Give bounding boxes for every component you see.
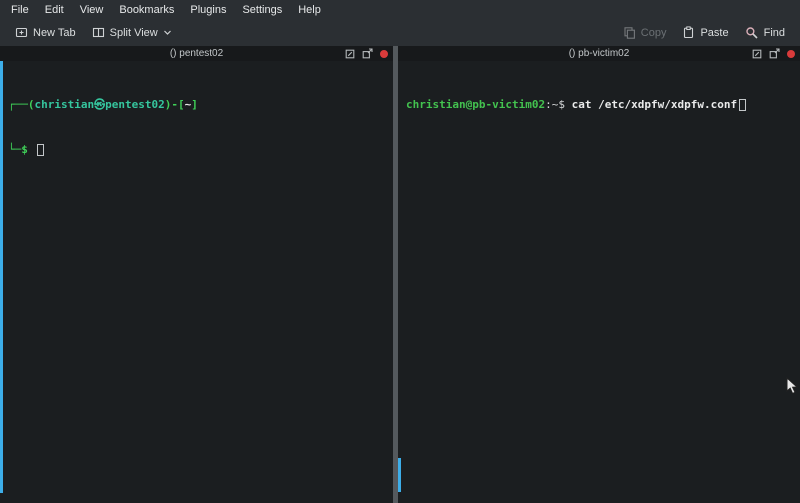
terminal-cursor — [37, 144, 44, 156]
detach-split-icon[interactable] — [769, 48, 780, 59]
scrollbar-thumb[interactable] — [0, 61, 3, 493]
maximize-split-icon[interactable] — [752, 49, 762, 59]
menubar: File Edit View Bookmarks Plugins Setting… — [0, 0, 800, 19]
close-split-button[interactable] — [787, 50, 795, 58]
paste-button[interactable]: Paste — [675, 22, 735, 43]
maximize-split-icon[interactable] — [345, 49, 355, 59]
terminal-pane-pb-victim02: () pb-victim02 christian@pb- — [398, 46, 800, 503]
find-button[interactable]: Find — [738, 22, 792, 44]
split-view-button[interactable]: Split View — [85, 22, 179, 43]
pane-header-pb-victim02[interactable]: () pb-victim02 — [398, 46, 800, 61]
menu-bookmarks[interactable]: Bookmarks — [111, 2, 182, 18]
copy-icon — [623, 26, 636, 39]
terminal-line: └─$ — [8, 142, 391, 157]
paste-label: Paste — [700, 27, 728, 39]
close-split-button[interactable] — [380, 50, 388, 58]
terminal-cursor — [739, 99, 746, 111]
menu-edit[interactable]: Edit — [37, 2, 72, 18]
terminal-line: ┌──(christian㉿pentest02)-[~] — [8, 97, 391, 112]
scrollbar-thumb[interactable] — [398, 458, 401, 492]
terminal-pane-pentest02: () pentest02 ┌──(christian㉿p — [0, 46, 393, 503]
chevron-down-icon — [163, 28, 172, 37]
terminal-screen-pb-victim02[interactable]: christian@pb-victim02:~$ cat /etc/xdpfw/… — [398, 61, 800, 148]
menu-view[interactable]: View — [72, 2, 112, 18]
toolbar: New Tab Split View Copy — [0, 19, 800, 46]
paste-icon — [682, 26, 695, 39]
menu-file[interactable]: File — [3, 2, 37, 18]
menu-settings[interactable]: Settings — [234, 2, 290, 18]
pane-title: () pentest02 — [170, 48, 223, 59]
terminal-screen-pentest02[interactable]: ┌──(christian㉿pentest02)-[~] └─$ — [0, 61, 393, 193]
find-label: Find — [764, 27, 785, 39]
pane-header-pentest02[interactable]: () pentest02 — [0, 46, 393, 61]
menu-plugins[interactable]: Plugins — [182, 2, 234, 18]
terminal-splits: () pentest02 ┌──(christian㉿p — [0, 46, 800, 503]
split-view-label: Split View — [110, 27, 158, 39]
menu-help[interactable]: Help — [290, 2, 329, 18]
copy-label: Copy — [641, 27, 667, 39]
new-tab-icon — [15, 26, 28, 39]
new-tab-label: New Tab — [33, 27, 76, 39]
new-tab-button[interactable]: New Tab — [8, 22, 83, 43]
split-view-icon — [92, 26, 105, 39]
terminal-line: christian@pb-victim02:~$ cat /etc/xdpfw/… — [406, 97, 798, 112]
find-icon — [745, 26, 759, 40]
copy-button[interactable]: Copy — [616, 22, 674, 43]
detach-split-icon[interactable] — [362, 48, 373, 59]
pane-title: () pb-victim02 — [569, 48, 630, 59]
